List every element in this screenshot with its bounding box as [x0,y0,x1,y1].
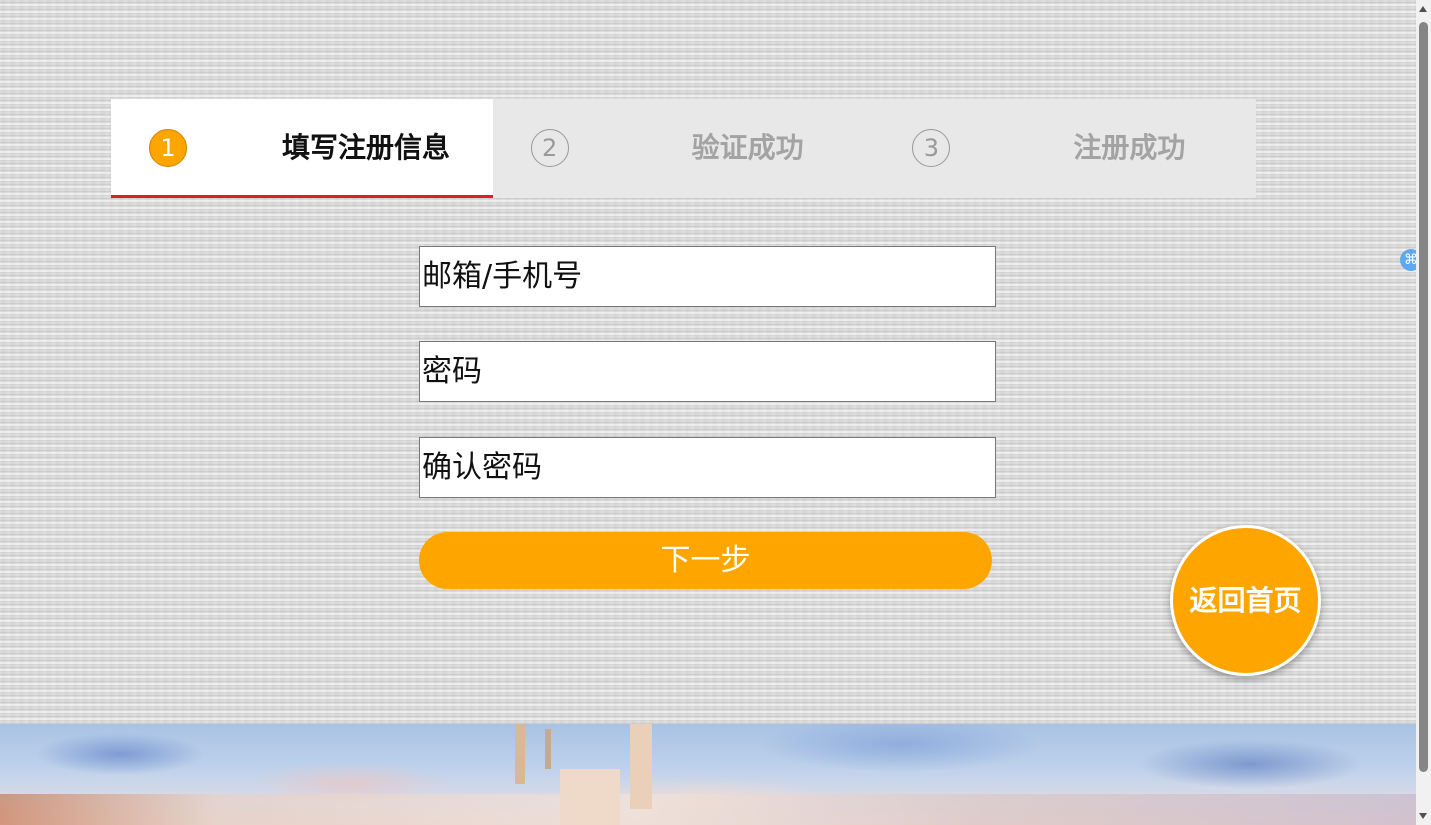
banner-tower [545,729,551,769]
step-number-3: 3 [912,129,951,167]
banner-building [560,769,620,825]
step-verify: 2 验证成功 [493,99,875,198]
banner-tower [515,724,525,784]
step-label-2: 验证成功 [691,132,804,163]
registration-steps: 1 填写注册信息 2 验证成功 3 注册成功 [111,99,1256,198]
vertical-scrollbar[interactable] [1416,0,1431,825]
scroll-up-arrow-icon[interactable] [1419,6,1427,12]
banner-shore [0,794,1416,825]
account-input[interactable]: 邮箱/手机号 [419,246,996,307]
step-done: 3 注册成功 [874,99,1256,198]
banner-tower [630,724,652,809]
step-label-1: 填写注册信息 [281,132,450,163]
back-home-button[interactable]: 返回首页 [1170,525,1321,676]
scrollbar-thumb[interactable] [1419,22,1428,772]
scroll-down-arrow-icon[interactable] [1419,813,1427,819]
confirm-password-input[interactable]: 确认密码 [419,437,996,498]
next-step-button[interactable]: 下一步 [419,532,992,589]
step-label-3: 注册成功 [1073,132,1186,163]
password-input[interactable]: 密码 [419,341,996,402]
painting-banner [0,724,1416,825]
step-fill-info: 1 填写注册信息 [111,99,493,198]
step-number-1: 1 [149,129,187,167]
register-page: 1 填写注册信息 2 验证成功 3 注册成功 邮箱/手机号 密码 确认密码 下一… [0,0,1422,825]
step-number-2: 2 [530,129,569,167]
